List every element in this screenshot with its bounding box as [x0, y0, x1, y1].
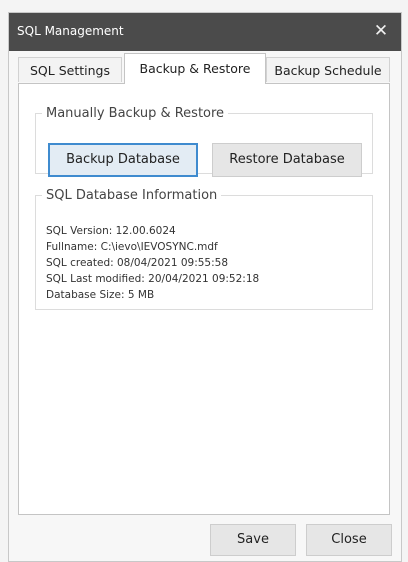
manual-backup-restore-group: Manually Backup & Restore Backup Databas… [35, 106, 373, 177]
tab-panel-backup-restore: Manually Backup & Restore Backup Databas… [18, 83, 390, 515]
tab-strip: SQL Settings Backup Schedule Backup & Re… [18, 53, 390, 84]
window-title: SQL Management [17, 24, 124, 38]
tab-sql-settings[interactable]: SQL Settings [18, 57, 122, 82]
sql-last-modified-text: SQL Last modified: 20/04/2021 09:52:18 [46, 273, 260, 285]
manual-backup-restore-legend: Manually Backup & Restore [46, 106, 225, 121]
database-size-text: Database Size: 5 MB [46, 289, 155, 301]
title-bar[interactable]: SQL Management ✕ [9, 13, 401, 51]
fullname-text: Fullname: C:\ievo\IEVOSYNC.mdf [46, 241, 218, 253]
backup-database-button[interactable]: Backup Database [48, 143, 198, 177]
sql-version-text: SQL Version: 12.00.6024 [46, 225, 176, 237]
save-button[interactable]: Save [210, 524, 296, 556]
close-icon[interactable]: ✕ [371, 20, 391, 42]
sql-database-info-legend: SQL Database Information [46, 188, 218, 203]
tab-backup-schedule[interactable]: Backup Schedule [266, 57, 390, 82]
tab-backup-restore[interactable]: Backup & Restore [124, 53, 266, 84]
sql-database-info-group: SQL Database Information SQL Version: 12… [35, 188, 373, 310]
sql-created-text: SQL created: 08/04/2021 09:55:58 [46, 257, 229, 269]
restore-database-button[interactable]: Restore Database [212, 143, 362, 177]
close-button[interactable]: Close [306, 524, 392, 556]
